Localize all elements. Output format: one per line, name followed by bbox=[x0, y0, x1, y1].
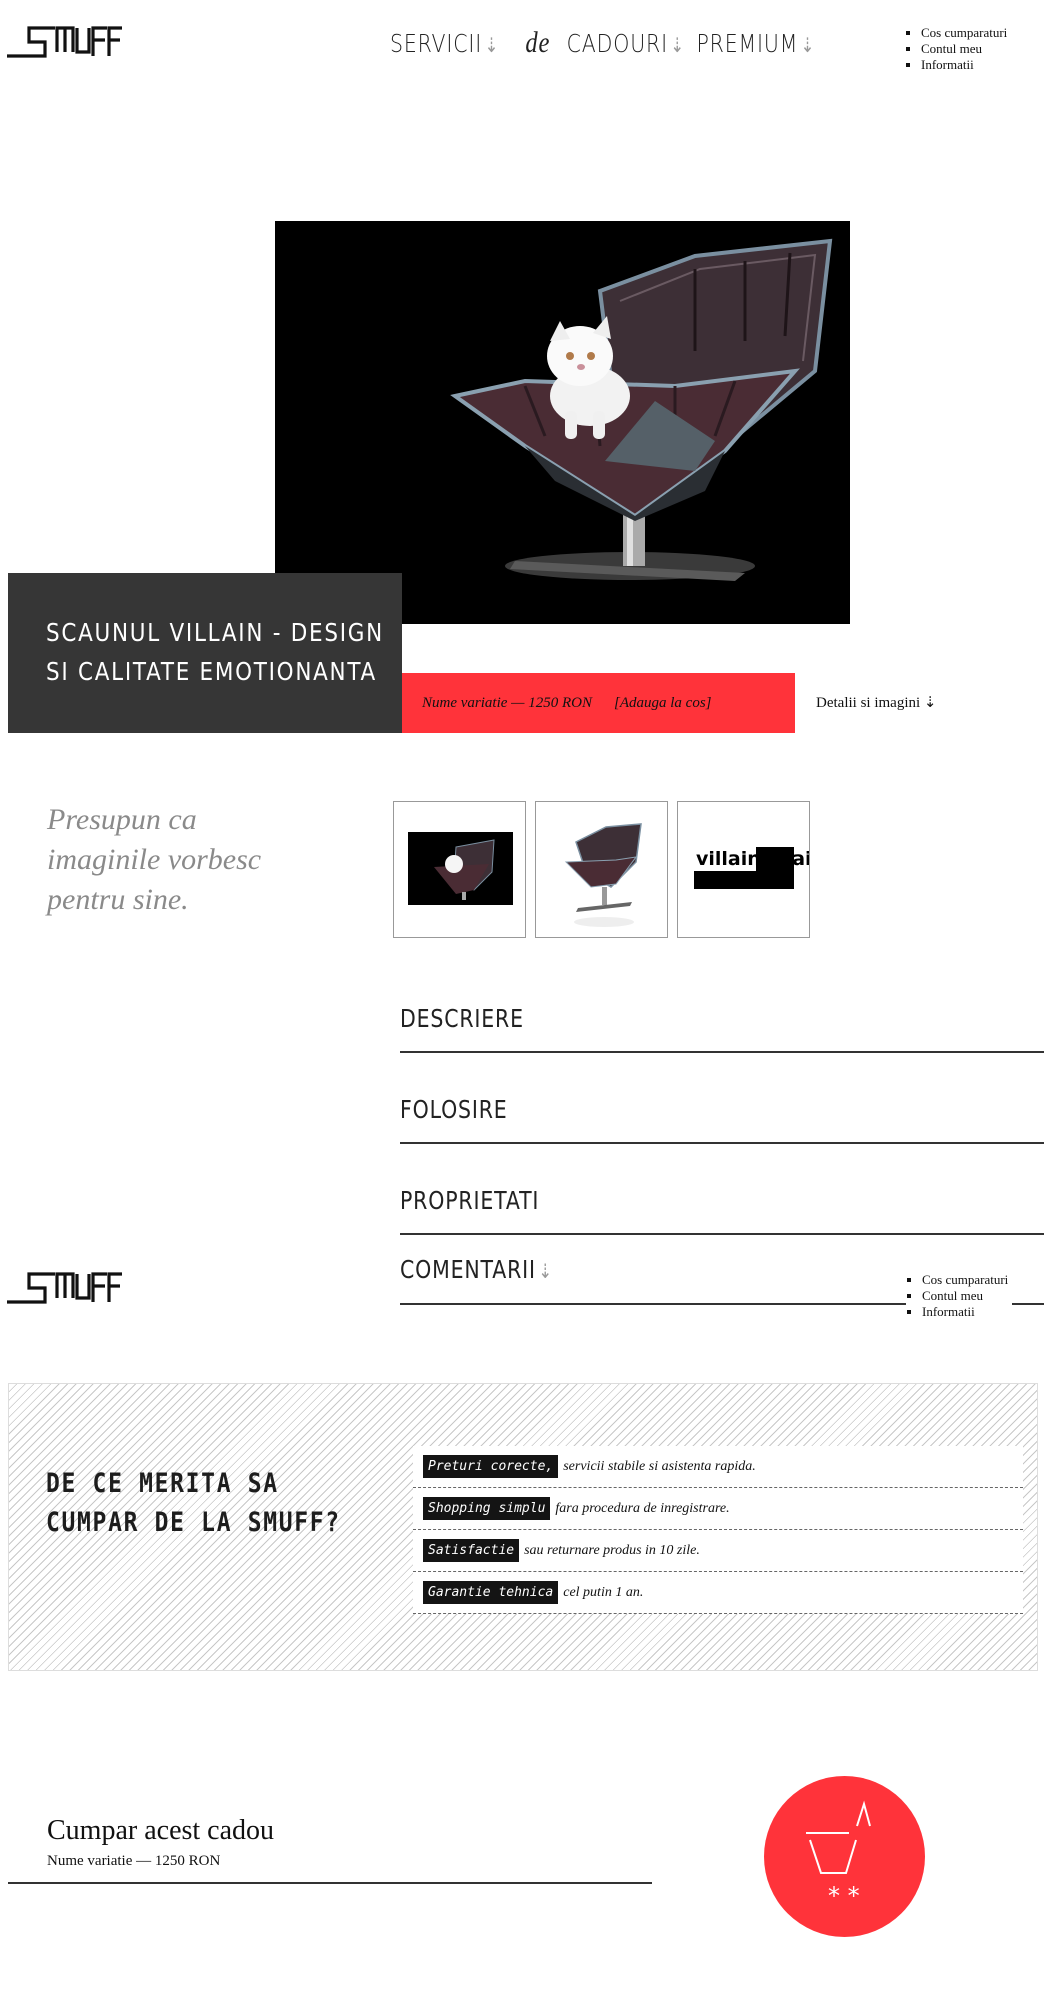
arrow-down-icon: ⇣ bbox=[538, 1259, 553, 1283]
why-row: Garantie tehnica cel putin 1 an. bbox=[413, 1572, 1023, 1614]
section-comentarii-label: COMENTARII bbox=[400, 1255, 536, 1284]
purchase-variation: Nume variatie — 1250 RON bbox=[47, 1853, 221, 1869]
why-row: Satisfactie sau returnare produs in 10 z… bbox=[413, 1530, 1023, 1572]
nav-cadouri-label: CADOURI bbox=[566, 29, 668, 58]
product-title-line2: SI CALITATE EMOTIONANTA bbox=[46, 657, 377, 686]
nav-servicii-label: SERVICII bbox=[390, 29, 483, 58]
section-descriere-label: DESCRIERE bbox=[400, 1004, 524, 1033]
why-row: Shopping simplu fara procedura de inregi… bbox=[413, 1488, 1023, 1530]
nav-servicii[interactable]: SERVICII ⇣ bbox=[390, 29, 499, 58]
variation-price: Nume variatie — 1250 RON bbox=[422, 694, 592, 711]
purchase-divider bbox=[8, 1882, 652, 1884]
section-proprietati-label: PROPRIETATI bbox=[400, 1186, 540, 1215]
nav-connector: de bbox=[525, 26, 551, 59]
thumbnail-3[interactable]: villain chair bbox=[677, 801, 810, 938]
why-text: fara procedura de inregistrare. bbox=[555, 1500, 730, 1516]
purchase-title: Cumpar acest cadou bbox=[47, 1815, 275, 1846]
main-nav: SERVICII ⇣ de CADOURI ⇣ PREMIUM ⇣ bbox=[390, 26, 815, 60]
link-cos-cumparaturi[interactable]: Cos cumparaturi bbox=[921, 25, 1007, 41]
why-title-line2: CUMPAR DE LA SMUFF? bbox=[46, 1507, 341, 1538]
why-tag: Garantie tehnica bbox=[423, 1581, 559, 1604]
why-text: cel putin 1 an. bbox=[563, 1584, 644, 1600]
section-folosire[interactable]: FOLOSIRE bbox=[400, 1081, 1044, 1144]
section-proprietati[interactable]: PROPRIETATI bbox=[400, 1172, 1044, 1235]
arrow-down-icon: ⇣ bbox=[800, 33, 816, 57]
add-to-cart-button[interactable]: [Adauga la cos] bbox=[614, 695, 712, 712]
smuff-logo[interactable] bbox=[7, 22, 122, 60]
account-links: Cos cumparaturi Contul meu Informatii bbox=[905, 25, 1007, 73]
why-row: Preturi corecte, servicii stabile si asi… bbox=[413, 1446, 1023, 1488]
why-buy-section: DE CE MERITA SA CUMPAR DE LA SMUFF? Pret… bbox=[8, 1383, 1038, 1671]
nav-cadouri[interactable]: CADOURI ⇣ bbox=[567, 29, 685, 58]
smuff-logo-sticky[interactable] bbox=[7, 1268, 122, 1306]
thumbnail-villain-chair-logo: villain chair bbox=[694, 847, 810, 889]
arrow-down-icon: ⇣ bbox=[670, 33, 685, 57]
account-links-sticky: Cos cumparaturi Contul meu Informatii bbox=[906, 1272, 1013, 1320]
section-folosire-label: FOLOSIRE bbox=[400, 1095, 508, 1124]
hero-product-image bbox=[275, 221, 850, 624]
arrow-down-icon: ⇣ bbox=[484, 33, 500, 57]
why-title: DE CE MERITA SA CUMPAR DE LA SMUFF? bbox=[46, 1464, 341, 1542]
link-cos-cumparaturi[interactable]: Cos cumparaturi bbox=[922, 1272, 1008, 1288]
why-title-line1: DE CE MERITA SA bbox=[46, 1468, 279, 1499]
svg-text:* *: * * bbox=[828, 1882, 860, 1910]
thumb3-logo-text: villain chair bbox=[696, 848, 810, 870]
link-informatii[interactable]: Informatii bbox=[922, 1304, 1008, 1320]
thumbnail-1[interactable] bbox=[393, 801, 526, 938]
cart-icon: * * bbox=[806, 1800, 871, 1910]
why-tag: Satisfactie bbox=[423, 1539, 520, 1562]
variation-buy-bar: Nume variatie — 1250 RON [Adauga la cos] bbox=[402, 673, 795, 733]
link-contul-meu[interactable]: Contul meu bbox=[921, 41, 1007, 57]
why-tag: Preturi corecte, bbox=[423, 1455, 559, 1478]
link-informatii[interactable]: Informatii bbox=[921, 57, 1007, 73]
product-title-line1: SCAUNUL VILLAIN - DESIGN bbox=[46, 618, 384, 647]
nav-premium-label: PREMIUM bbox=[696, 29, 799, 58]
why-list: Preturi corecte, servicii stabile si asi… bbox=[413, 1446, 1023, 1614]
why-tag: Shopping simplu bbox=[423, 1497, 551, 1520]
product-title-box: SCAUNUL VILLAIN - DESIGN SI CALITATE EMO… bbox=[8, 573, 402, 733]
why-text: servicii stabile si asistenta rapida. bbox=[563, 1458, 756, 1474]
thumbnail-chair-white bbox=[564, 823, 642, 927]
cart-button[interactable]: * * bbox=[764, 1776, 925, 1937]
nav-premium[interactable]: PREMIUM ⇣ bbox=[696, 29, 815, 58]
link-contul-meu[interactable]: Contul meu bbox=[922, 1288, 1008, 1304]
thumbnail-2[interactable] bbox=[535, 801, 668, 938]
villain-chair-illustration bbox=[275, 221, 850, 624]
details-images-link[interactable]: Detalii si imagini ⇣ bbox=[816, 693, 936, 712]
why-text: sau returnare produs in 10 zile. bbox=[524, 1542, 700, 1558]
gallery-tagline: Presupun ca imaginile vorbesc pentru sin… bbox=[47, 803, 262, 916]
section-descriere[interactable]: DESCRIERE bbox=[400, 990, 1044, 1053]
thumbnail-chair-cat bbox=[408, 832, 513, 905]
